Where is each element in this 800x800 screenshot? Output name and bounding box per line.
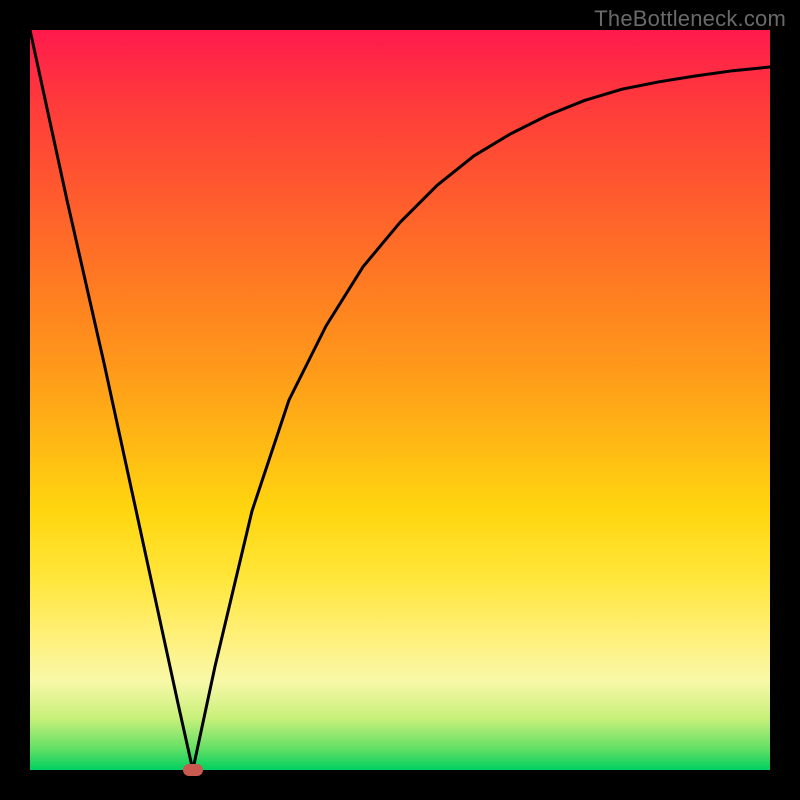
minimum-marker (183, 764, 203, 776)
chart-frame: TheBottleneck.com (0, 0, 800, 800)
attribution-text: TheBottleneck.com (594, 6, 786, 32)
curve-svg (30, 30, 770, 770)
plot-area (30, 30, 770, 770)
bottleneck-curve (30, 30, 770, 770)
